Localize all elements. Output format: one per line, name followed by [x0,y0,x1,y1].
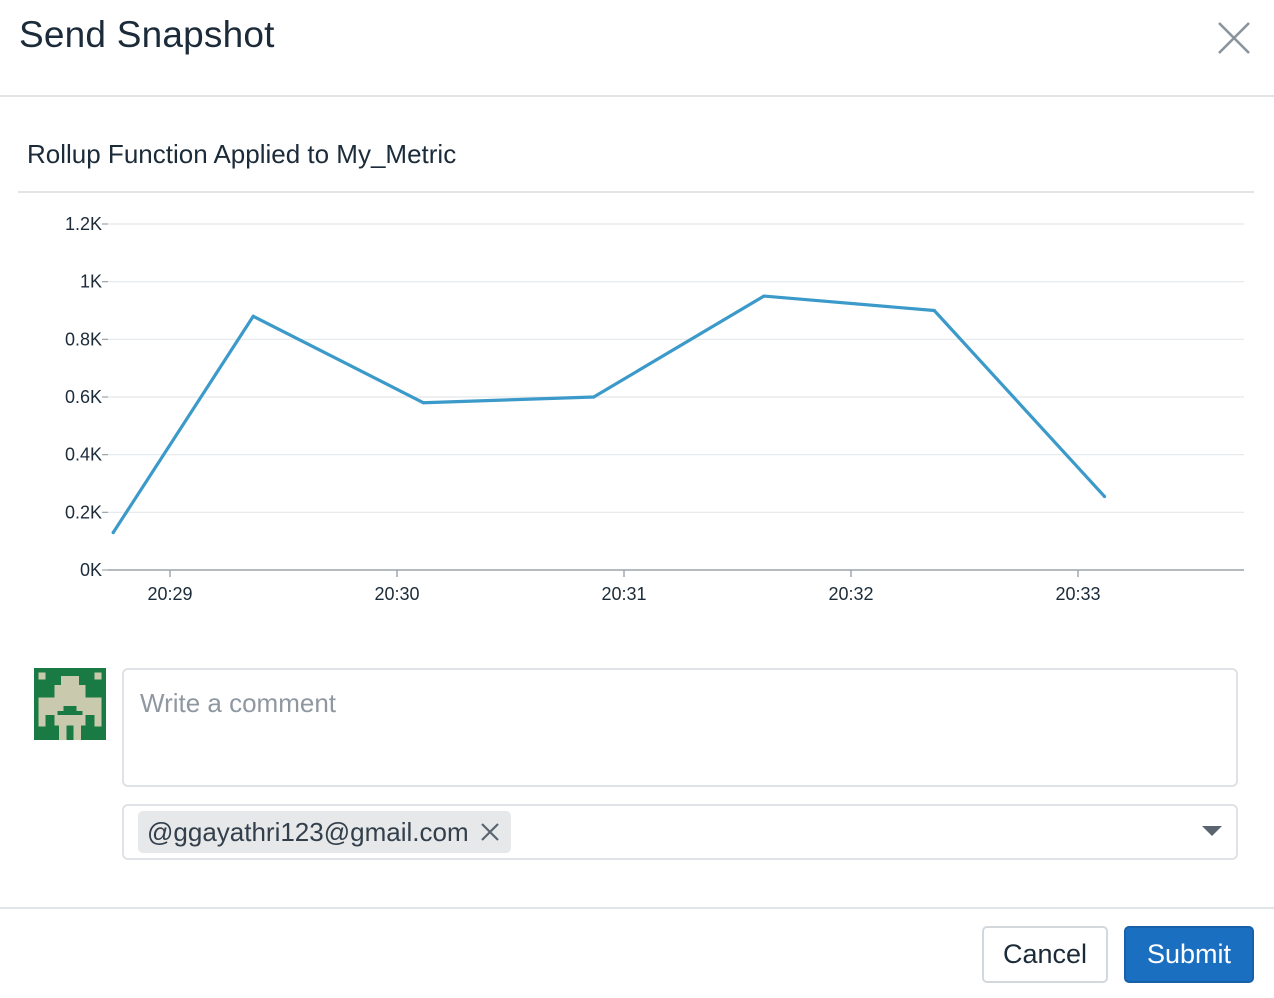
recipient-remove-button[interactable] [479,821,501,843]
data-point [592,395,596,399]
data-point [421,401,426,405]
x-tick-label: 20:30 [374,584,419,604]
data-point [1102,494,1107,499]
y-tick-label: 0.4K [65,445,102,465]
y-tick-label: 0K [80,560,102,580]
submit-button[interactable]: Submit [1124,926,1254,983]
x-tick-label: 20:33 [1055,584,1100,604]
line-chart[interactable]: 20:29 20:30 20:31 20:32 20:33 0K 0.2K 0.4K 0.6K… [18,196,1254,616]
dialog-header: Send Snapshot [0,0,1274,97]
y-axis-labels: 0K 0.2K 0.4K 0.6K 0.8K 1K 1.2K [65,214,102,580]
x-tick-label: 20:31 [601,584,646,604]
identicon-avatar-icon [34,668,106,740]
series-line[interactable] [111,294,1107,535]
x-tick-label: 20:29 [147,584,192,604]
recipients-select[interactable]: @ggayathri123@gmail.com [122,804,1238,860]
close-button[interactable] [1212,16,1256,60]
comment-input[interactable] [122,668,1238,787]
avatar [34,668,106,740]
y-tick-label: 0.8K [65,329,102,349]
widget-title: Rollup Function Applied to My_Metric [27,139,457,169]
x-axis: 20:29 20:30 20:31 20:32 20:33 [108,569,1244,604]
recipients-dropdown-button[interactable] [1201,824,1223,838]
close-icon [480,823,499,841]
x-tick-label: 20:32 [828,584,873,604]
y-tick-label: 0.6K [65,387,102,407]
data-point [932,308,936,313]
recipient-chip: @ggayathri123@gmail.com [138,811,511,853]
cancel-button[interactable]: Cancel [982,926,1108,983]
footer-divider [0,907,1274,909]
chart-series [111,294,1107,535]
chevron-down-icon [1202,826,1222,836]
y-tick-label: 1.2K [65,214,102,234]
y-tick-label: 0.2K [65,502,102,522]
data-point [251,314,255,318]
close-icon [1218,22,1250,54]
data-point [762,294,766,298]
dialog-title: Send Snapshot [19,14,275,55]
y-tick-label: 1K [80,272,102,292]
data-point [111,530,115,535]
recipient-chip-label: @ggayathri123@gmail.com [147,816,469,847]
widget-divider [18,191,1254,193]
y-grid [102,223,1244,571]
